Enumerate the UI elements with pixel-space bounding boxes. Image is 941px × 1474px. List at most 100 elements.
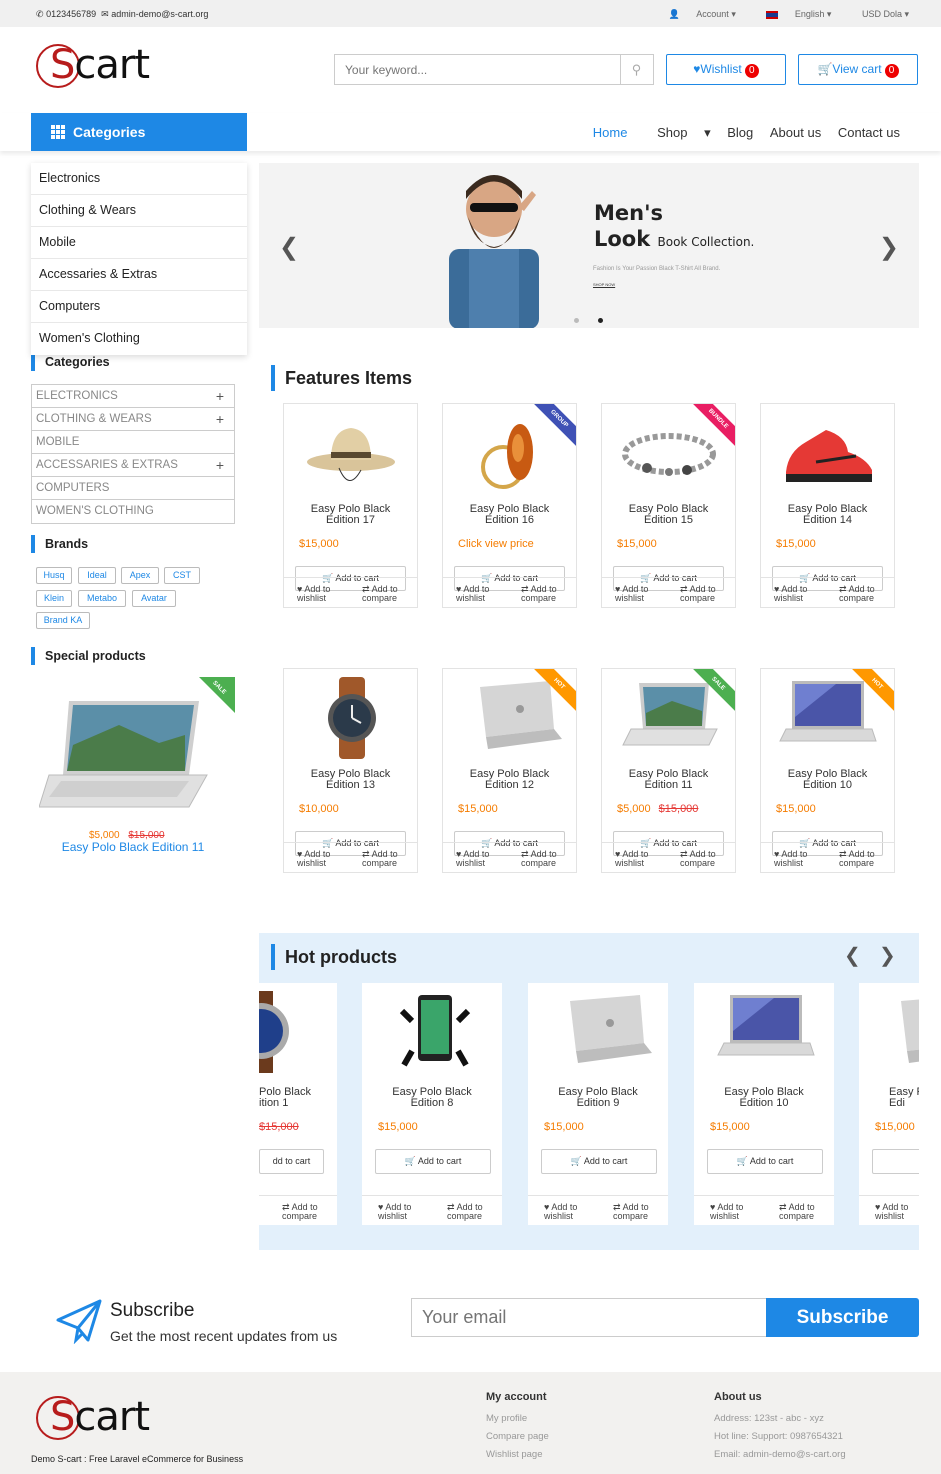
hot-next-arrow[interactable]: ❯ (879, 943, 896, 968)
expand-icon[interactable]: + (216, 385, 224, 407)
hot-product-card[interactable]: Easy PEdi $15,000 🛒 A ♥ Add towishlist (859, 983, 919, 1225)
brand-tag[interactable]: Apex (121, 567, 159, 584)
category-menu-item[interactable]: Electronics (31, 163, 247, 195)
sidebar-category-item[interactable]: WOMEN'S CLOTHING (32, 500, 234, 523)
footer-logo[interactable]: Scart (36, 1394, 156, 1450)
add-to-compare-button[interactable]: ⇄ Add to compare (680, 850, 730, 868)
add-to-compare-button[interactable]: ⇄ Add to compare (521, 585, 571, 603)
product-image[interactable] (617, 412, 722, 494)
special-product-name[interactable]: Easy Polo Black Edition 11 (31, 840, 235, 854)
add-to-wishlist-button[interactable]: ♥ Add to wishlist (456, 585, 506, 603)
product-image[interactable] (776, 677, 881, 759)
add-to-cart-button[interactable]: dd to cart (259, 1149, 324, 1174)
product-image[interactable] (458, 677, 563, 759)
product-name[interactable]: Easy Polo Black Edition 17 (284, 504, 417, 526)
brand-tag[interactable]: Husq (36, 567, 72, 584)
add-to-compare-button[interactable]: ⇄ Add to compare (779, 1203, 829, 1221)
hot-product-card[interactable]: Easy Polo Black Edition 9 $15,000 🛒 Add to … (528, 983, 668, 1225)
special-product[interactable]: SALE $5,000 $15,000 Easy Polo Black Edit… (31, 677, 235, 867)
sidebar-category-item[interactable]: COMPUTERS (32, 477, 234, 500)
product-image[interactable] (714, 991, 815, 1075)
product-name[interactable]: Easy Polo Black Edition 8 (362, 1087, 502, 1109)
add-to-wishlist-button[interactable]: ♥ Add to wishlist (297, 850, 347, 868)
brand-tag[interactable]: CST (164, 567, 200, 584)
brand-tag[interactable]: Metabo (78, 590, 126, 607)
product-card[interactable]: Easy Polo Black Edition 17 $15,000 🛒 Add t… (283, 403, 418, 608)
hot-product-card[interactable]: Easy Polo Black Edition 10 $15,000 🛒 Add to… (694, 983, 834, 1225)
product-image[interactable] (617, 677, 722, 759)
product-image[interactable] (458, 412, 563, 494)
brand-tag[interactable]: Klein (36, 590, 72, 607)
expand-icon[interactable]: + (216, 408, 224, 430)
view-cart-button[interactable]: 🛒View cart 0 (798, 54, 918, 85)
product-card[interactable]: BUNDLE Easy Polo Black Edition 15 $15,000 🛒… (601, 403, 736, 608)
footer-link[interactable]: My profile (486, 1410, 549, 1428)
nav-blog[interactable]: Blog (727, 125, 753, 140)
add-to-compare-button[interactable]: ⇄ Add to compare (362, 585, 412, 603)
search-icon[interactable]: ⚲ (620, 55, 653, 84)
subscribe-button[interactable]: Subscribe (766, 1298, 919, 1337)
prev-slide-arrow[interactable]: ❮ (279, 233, 299, 262)
slide-dot[interactable] (574, 318, 579, 323)
add-to-compare-button[interactable]: ⇄ Add to compare (282, 1203, 332, 1221)
product-image[interactable] (776, 412, 881, 494)
product-image[interactable] (299, 412, 404, 494)
add-to-compare-button[interactable]: ⇄ Add to compare (839, 585, 889, 603)
brand-tag[interactable]: Avatar (132, 590, 176, 607)
product-image[interactable] (382, 991, 482, 1075)
product-image[interactable] (299, 677, 404, 759)
add-to-wishlist-button[interactable]: ♥ Add to wishlist (615, 850, 665, 868)
add-to-wishlist-button[interactable]: ♥ Add to wishlist (710, 1203, 760, 1221)
add-to-compare-button[interactable]: ⇄ Add to compare (613, 1203, 663, 1221)
add-to-cart-button[interactable]: 🛒 Add to cart (541, 1149, 657, 1174)
add-to-wishlist-button[interactable]: ♥ Add to wishlist (774, 585, 824, 603)
product-image[interactable] (879, 991, 919, 1075)
categories-button[interactable]: Categories (31, 113, 247, 151)
footer-link[interactable]: Compare page (486, 1428, 549, 1446)
brand-tag[interactable]: Ideal (78, 567, 116, 584)
add-to-compare-button[interactable]: ⇄ Add to compare (839, 850, 889, 868)
product-name[interactable]: Easy Polo Black Edition 16 (443, 504, 576, 526)
add-to-wishlist-button[interactable]: ♥ Add to wishlist (774, 850, 824, 868)
hot-product-card[interactable]: Polo Black ition 1 $15,000 dd to cart ⇄ Add … (259, 983, 337, 1225)
add-to-compare-button[interactable]: ⇄ Add to compare (362, 850, 412, 868)
product-image[interactable] (548, 991, 652, 1075)
sidebar-category-item[interactable]: MOBILE (32, 431, 234, 454)
nav-shop[interactable]: Shop ▾ (644, 125, 711, 140)
add-to-wishlist-button[interactable]: ♥ Add to wishlist (297, 585, 347, 603)
footer-link[interactable]: Wishlist page (486, 1446, 549, 1464)
product-card[interactable]: Easy Polo Black Edition 14 $15,000 🛒 Add t… (760, 403, 895, 608)
sidebar-category-item[interactable]: ELECTRONICS + (32, 385, 234, 408)
product-name[interactable]: Easy Polo Black Edition 12 (443, 769, 576, 791)
nav-contact[interactable]: Contact us (838, 125, 900, 140)
nav-home[interactable]: Home (593, 125, 628, 140)
product-name[interactable]: Polo Black ition 1 (259, 1087, 337, 1109)
next-slide-arrow[interactable]: ❯ (879, 233, 899, 262)
language-dropdown[interactable]: English ▾ (752, 9, 831, 19)
product-card[interactable]: HOT Easy Polo Black Edition 12 $15,000 🛒 Ad… (442, 668, 577, 873)
hot-prev-arrow[interactable]: ❮ (844, 943, 861, 968)
hot-product-card[interactable]: Easy Polo Black Edition 8 $15,000 🛒 Add to … (362, 983, 502, 1225)
add-to-compare-button[interactable]: ⇄ Add to compare (521, 850, 571, 868)
slide-dot-active[interactable] (598, 318, 603, 323)
product-card[interactable]: GROUP Easy Polo Black Edition 16 Click vie… (442, 403, 577, 608)
add-to-compare-button[interactable]: ⇄ Add to compare (447, 1203, 497, 1221)
add-to-wishlist-button[interactable]: ♥ Add to wishlist (875, 1203, 919, 1221)
product-name[interactable]: Easy Polo Black Edition 10 (761, 769, 894, 791)
sidebar-category-item[interactable]: CLOTHING & WEARS + (32, 408, 234, 431)
category-menu-item[interactable]: Mobile (31, 227, 247, 259)
product-name[interactable]: Easy Polo Black Edition 14 (761, 504, 894, 526)
product-image[interactable] (259, 991, 359, 1075)
add-to-wishlist-button[interactable]: ♥ Add to wishlist (544, 1203, 594, 1221)
add-to-wishlist-button[interactable]: ♥ Add to wishlist (456, 850, 506, 868)
account-dropdown[interactable]: 👤 Account ▾ (655, 9, 736, 19)
wishlist-button[interactable]: ♥Wishlist 0 (666, 54, 786, 85)
search-input[interactable] (335, 55, 621, 84)
nav-about[interactable]: About us (770, 125, 821, 140)
product-card[interactable]: HOT Easy Polo Black Edition 10 $15,000 🛒 Ad… (760, 668, 895, 873)
product-name[interactable]: Easy Polo Black Edition 9 (528, 1087, 668, 1109)
expand-icon[interactable]: + (216, 454, 224, 476)
category-menu-item[interactable]: Clothing & Wears (31, 195, 247, 227)
currency-dropdown[interactable]: USD Dola ▾ (848, 9, 909, 19)
product-name[interactable]: Easy Polo Black Edition 10 (694, 1087, 834, 1109)
